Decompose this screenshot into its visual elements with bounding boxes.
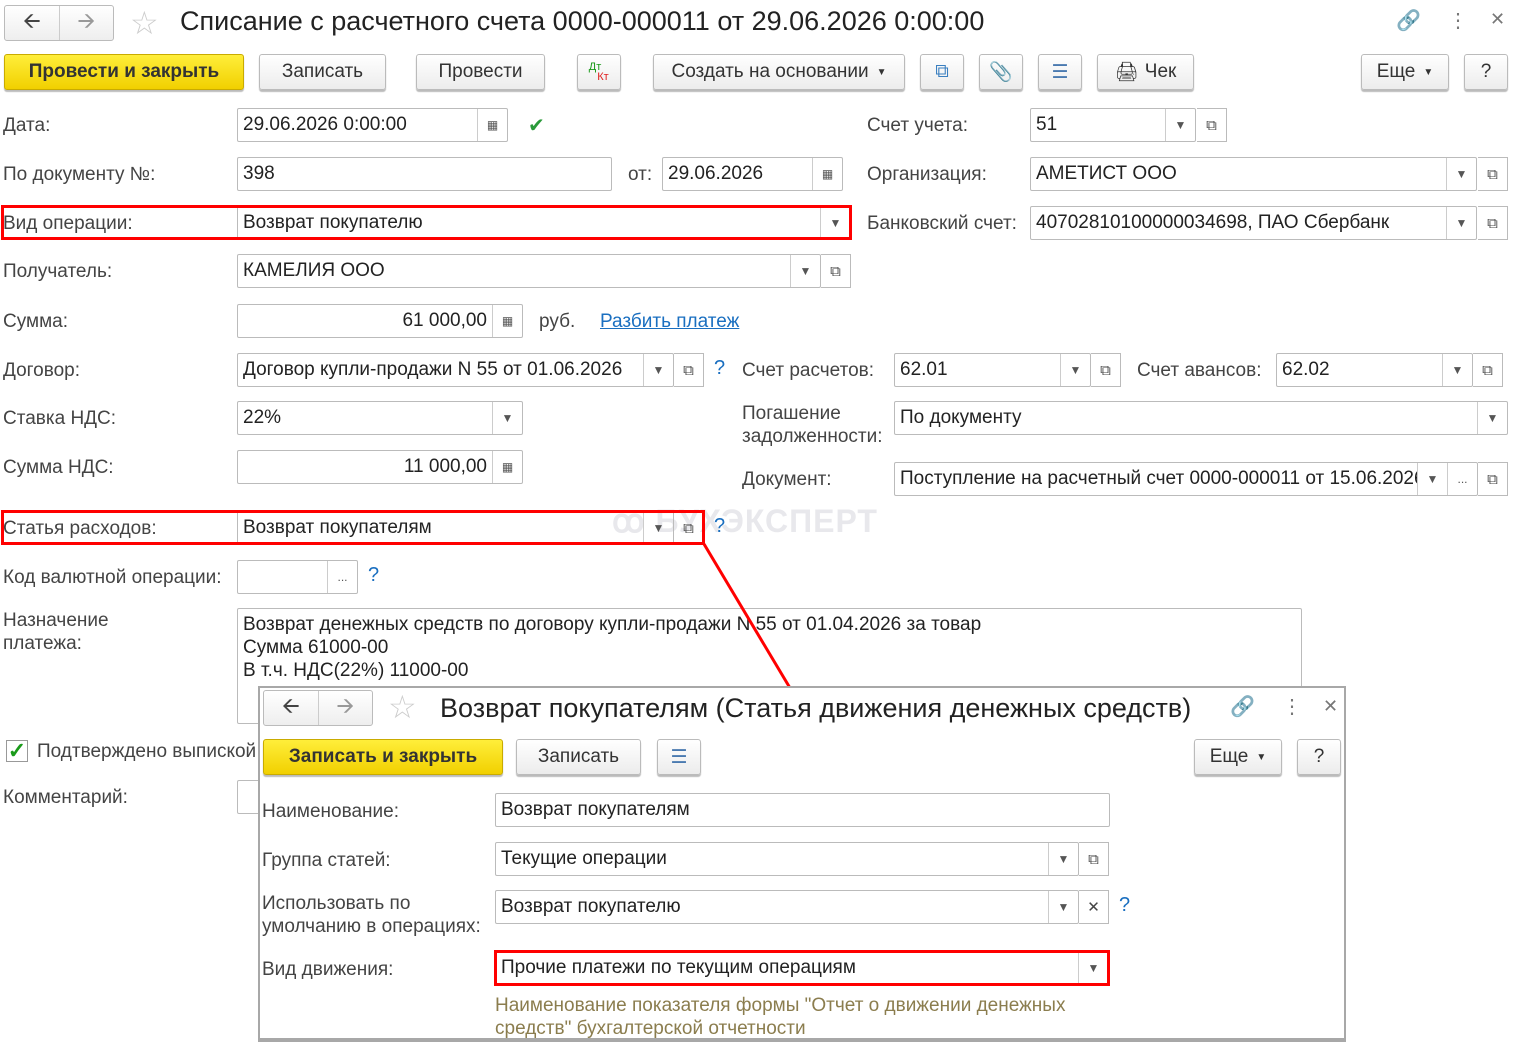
close-icon[interactable]: ✕	[1323, 696, 1338, 717]
popup-title: Возврат покупателям (Статья движения ден…	[440, 693, 1192, 723]
list-icon: ☰	[670, 746, 688, 768]
dropdown-icon[interactable]: ▼	[1048, 891, 1078, 923]
default-operation-field[interactable]: Возврат покупателю ▼	[495, 890, 1079, 924]
help-button[interactable]: ?	[1297, 739, 1341, 775]
forward-button[interactable]: 🡪	[317, 691, 373, 725]
name-label: Наименование:	[262, 801, 399, 822]
help-icon[interactable]: ?	[1119, 894, 1130, 917]
dropdown-icon[interactable]: ▼	[1048, 843, 1078, 875]
default-operation-value: Возврат покупателю	[501, 896, 681, 917]
highlight-movement	[494, 950, 1110, 986]
popup-nav-buttons: 🡨 🡪	[263, 690, 373, 726]
back-button[interactable]: 🡨	[264, 691, 318, 725]
list-button[interactable]: ☰	[657, 739, 701, 775]
more-dots-icon[interactable]: ⋮	[1282, 694, 1302, 719]
more-button[interactable]: Еще ▼	[1194, 739, 1282, 775]
movement-label: Вид движения:	[262, 959, 394, 980]
default-label-line1: Использовать по	[262, 893, 411, 914]
more-label: Еще	[1209, 746, 1249, 767]
clear-icon[interactable]: ✕	[1079, 890, 1109, 924]
group-value: Текущие операции	[501, 848, 667, 869]
link-icon[interactable]: 🔗	[1230, 694, 1255, 719]
default-label-line2: умолчанию в операциях:	[262, 916, 481, 937]
name-value: Возврат покупателям	[501, 799, 690, 820]
save-and-close-button[interactable]: Записать и закрыть	[263, 739, 503, 775]
expense-item-popup: 🡨 🡪 ☆ Возврат покупателям (Статья движен…	[258, 686, 1346, 1042]
group-field[interactable]: Текущие операции ▼	[495, 842, 1079, 876]
name-field[interactable]: Возврат покупателям	[495, 793, 1110, 827]
group-label: Группа статей:	[262, 850, 391, 871]
movement-hint: Наименование показателя формы "Отчет о д…	[495, 995, 1066, 1039]
save-button[interactable]: Записать	[516, 739, 641, 775]
dropdown-icon: ▼	[1256, 751, 1267, 763]
star-icon[interactable]: ☆	[388, 688, 417, 726]
open-icon[interactable]: ⧉	[1079, 842, 1109, 876]
